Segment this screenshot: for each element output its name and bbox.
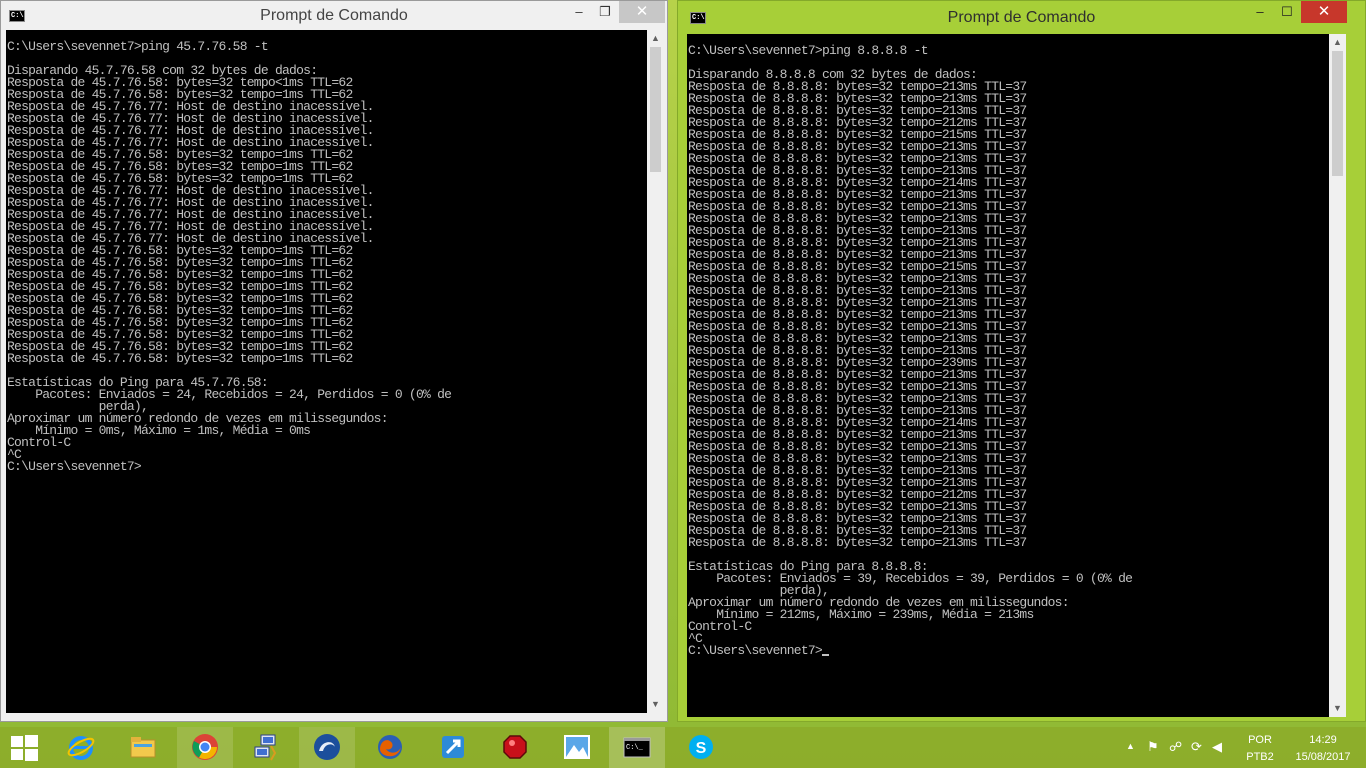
vertical-scrollbar[interactable]: ▲ ▼ [647, 30, 664, 713]
taskbar-skype[interactable]: S [673, 727, 729, 768]
title-bar[interactable]: C:\ Prompt de Comando – ☐ ✕ [678, 1, 1365, 31]
text-cursor [821, 654, 829, 656]
volume-icon[interactable]: ◀ [1212, 739, 1222, 755]
firefox-icon [378, 735, 402, 759]
network-icon[interactable]: ☍ [1169, 739, 1182, 755]
scroll-thumb[interactable] [650, 47, 661, 172]
taskbar: C:\_ S ▲ ⚑ ☍ ⟳ ◀ POR PTB2 14:29 15/08/20… [0, 727, 1366, 768]
clock-time[interactable]: 14:29 [1290, 734, 1356, 746]
console-line: C:\Users\sevennet7> [688, 644, 1329, 657]
action-center-flag-icon[interactable]: ⚑ [1147, 739, 1159, 755]
close-button[interactable]: ✕ [619, 1, 665, 23]
maximize-button[interactable]: ❐ [593, 1, 617, 23]
start-button[interactable] [0, 727, 50, 768]
taskbar-chrome[interactable] [177, 727, 233, 768]
taskbar-photos[interactable] [549, 727, 605, 768]
taskbar-internet-explorer[interactable] [53, 727, 109, 768]
console-line: Control-C [688, 619, 752, 634]
console-line: Mínimo = 0ms, Máximo = 1ms, Média = 0ms [7, 423, 311, 438]
close-button[interactable]: ✕ [1301, 1, 1347, 23]
scroll-down-arrow-icon[interactable]: ▼ [647, 696, 664, 713]
command-prompt-window-right[interactable]: C:\ Prompt de Comando – ☐ ✕ C:\Users\sev… [677, 0, 1366, 722]
keyboard-layout-indicator[interactable]: PTB2 [1244, 751, 1276, 763]
internet-explorer-icon [67, 736, 95, 760]
console-output[interactable]: C:\Users\sevennet7>ping 8.8.8.8 -t Dispar… [687, 34, 1329, 717]
maximize-button[interactable]: ☐ [1275, 1, 1299, 23]
title-bar[interactable]: C:\ Prompt de Comando – ❐ ✕ [1, 1, 667, 31]
folder-icon [130, 737, 156, 758]
skype-icon: S [689, 735, 713, 759]
console-line: Resposta de 45.7.76.58: bytes=32 tempo=1… [7, 351, 353, 366]
console-line: Resposta de 8.8.8.8: bytes=32 tempo=213m… [688, 535, 1027, 550]
scroll-up-arrow-icon[interactable]: ▲ [1329, 34, 1346, 51]
taskbar-network-tool[interactable] [239, 727, 295, 768]
taskbar-command-prompt[interactable]: C:\_ [609, 727, 665, 768]
scroll-thumb[interactable] [1332, 51, 1343, 176]
taskbar-file-explorer[interactable] [115, 727, 171, 768]
blue-app-icon [442, 736, 464, 758]
console-line: Mínimo = 212ms, Máximo = 239ms, Média = … [688, 607, 1034, 622]
system-tray: ▲ ⚑ ☍ ⟳ ◀ [1120, 727, 1240, 768]
scroll-down-arrow-icon[interactable]: ▼ [1329, 700, 1346, 717]
minimize-button[interactable]: – [1248, 1, 1272, 23]
network-computer-icon [254, 734, 277, 761]
red-app-icon [503, 735, 527, 759]
swirl-app-icon [314, 734, 340, 760]
show-hidden-icons-icon[interactable]: ▲ [1126, 741, 1135, 751]
console-line: C:\Users\sevennet7> [7, 459, 142, 474]
command-prompt-window-left[interactable]: C:\ Prompt de Comando – ❐ ✕ C:\Users\sev… [0, 0, 668, 722]
taskbar-firefox[interactable] [362, 727, 418, 768]
console-line: Control-C [7, 435, 71, 450]
language-indicator[interactable]: POR [1244, 734, 1276, 746]
console-line: C:\Users\sevennet7>ping 45.7.76.58 -t [7, 39, 269, 54]
console-output[interactable]: C:\Users\sevennet7>ping 45.7.76.58 -t Dis… [6, 30, 647, 713]
command-prompt-icon: C:\_ [623, 737, 651, 758]
console-line: C:\Users\sevennet7>ping 8.8.8.8 -t [688, 43, 929, 58]
chrome-icon [192, 734, 218, 760]
clock-date[interactable]: 15/08/2017 [1290, 751, 1356, 763]
sync-icon[interactable]: ⟳ [1191, 739, 1202, 755]
taskbar-app-red[interactable] [487, 727, 543, 768]
windows-logo-icon [11, 735, 38, 761]
vertical-scrollbar[interactable]: ▲ ▼ [1329, 34, 1346, 717]
svg-text:S: S [696, 740, 707, 757]
taskbar-app-blue[interactable] [425, 727, 481, 768]
photos-icon [564, 735, 590, 759]
taskbar-app-swirl[interactable] [299, 727, 355, 768]
scroll-up-arrow-icon[interactable]: ▲ [647, 30, 664, 47]
svg-text:C:\_: C:\_ [626, 744, 644, 752]
minimize-button[interactable]: – [567, 1, 591, 23]
